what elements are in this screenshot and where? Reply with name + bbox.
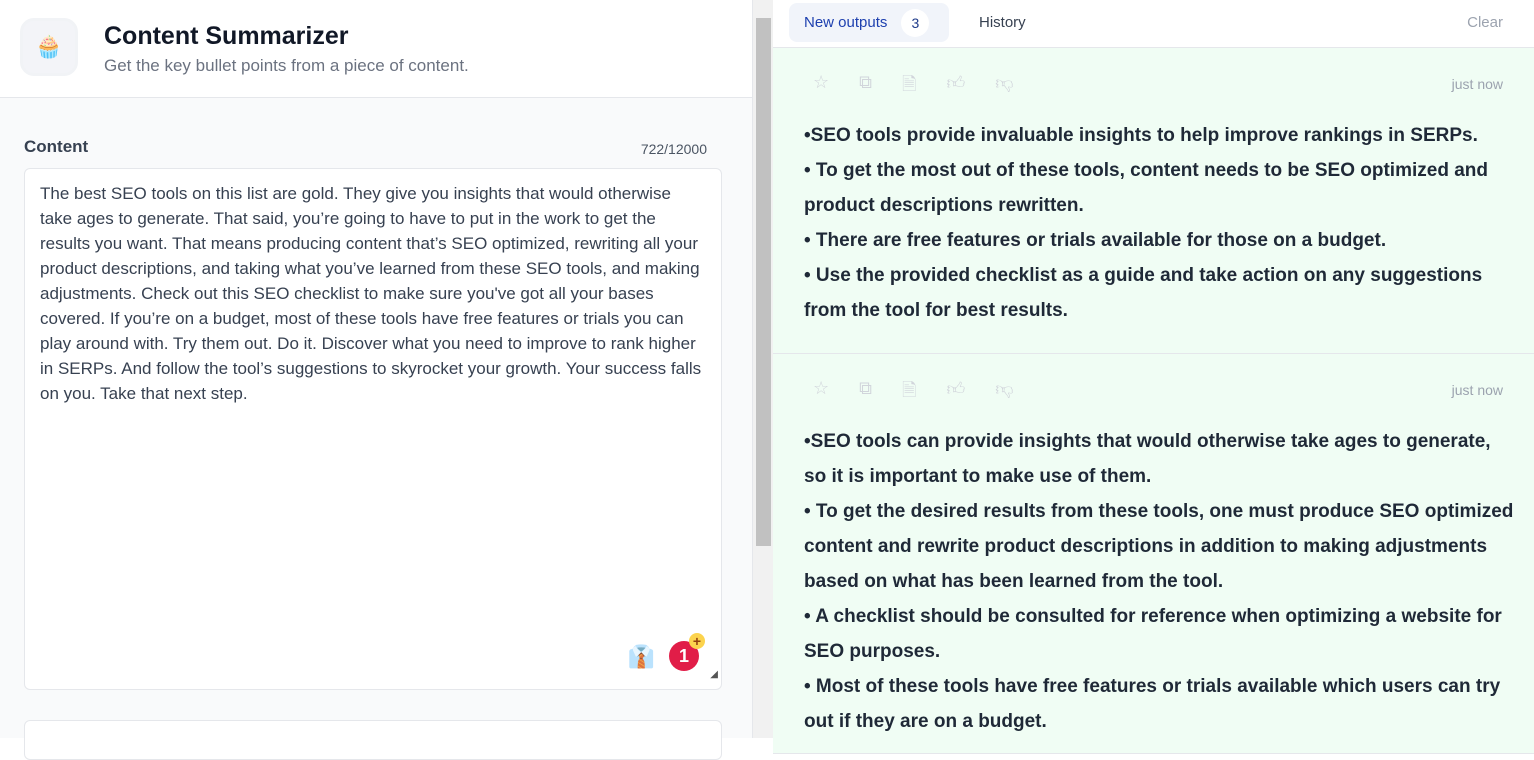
thumbs-down-icon[interactable]: 👎︎ <box>995 378 1013 408</box>
output-text: •SEO tools provide invaluable insights t… <box>804 118 1514 328</box>
thumbs-up-icon[interactable]: 👍︎ <box>946 378 965 408</box>
content-text: The best SEO tools on this list are gold… <box>40 184 702 403</box>
resize-handle-icon[interactable]: ◢ <box>710 662 718 687</box>
timestamp: just now <box>1451 76 1503 92</box>
thumbs-up-icon[interactable]: 👍︎ <box>946 72 965 102</box>
bullet: • Use the provided checklist as a guide … <box>804 265 1483 321</box>
output-card: ☆ ⧉ 🗎 👍︎ 👎︎ just now •SEO tools can provide … <box>773 354 1534 754</box>
count-badge: 3 <box>901 8 930 37</box>
output-card: ☆ ⧉ 🗎 👍︎ 👎︎ just now •SEO tools provide inva… <box>773 48 1534 354</box>
tab-bar: New outputs 3 History Clear <box>773 0 1534 48</box>
thumbs-down-icon[interactable]: 👎︎ <box>995 72 1013 102</box>
tab-label: New outputs <box>804 14 888 31</box>
page-subtitle: Get the key bullet points from a piece o… <box>104 56 469 75</box>
input-panel: 🧁 Content Summarizer Get the key bullet … <box>0 0 752 760</box>
badge-count: 1 <box>678 645 689 666</box>
output-text: •SEO tools can provide insights that wou… <box>804 424 1514 739</box>
header: 🧁 Content Summarizer Get the key bullet … <box>0 0 752 98</box>
grammar-badge[interactable]: 1 + <box>669 633 705 671</box>
output-panel: New outputs 3 History Clear ☆ ⧉ 🗎 👍︎ 👎︎ just … <box>773 0 1534 754</box>
content-textarea[interactable]: The best SEO tools on this list are gold… <box>24 168 722 690</box>
tab-new-outputs[interactable]: New outputs 3 <box>789 3 949 42</box>
bullet: •SEO tools can provide insights that wou… <box>804 431 1491 487</box>
copy-icon[interactable]: ⧉ <box>859 378 872 408</box>
document-icon[interactable]: 🗎 <box>902 72 916 102</box>
clear-button[interactable]: Clear <box>1467 14 1503 31</box>
cupcake-icon: 🧁 <box>20 18 78 76</box>
bullet: • A checklist should be consulted for re… <box>804 606 1502 662</box>
star-icon[interactable]: ☆ <box>813 378 829 408</box>
bullet: • There are free features or trials avai… <box>804 230 1387 251</box>
scrollbar[interactable] <box>752 0 773 738</box>
bullet: • To get the desired results from these … <box>804 501 1514 592</box>
bullet: •SEO tools provide invaluable insights t… <box>804 125 1478 146</box>
bullet: • Most of these tools have free features… <box>804 676 1501 732</box>
bullet: • To get the most out of these tools, co… <box>804 160 1488 216</box>
document-icon[interactable]: 🗎 <box>902 378 916 408</box>
star-icon[interactable]: ☆ <box>813 72 829 102</box>
timestamp: just now <box>1451 382 1503 398</box>
scrollbar-thumb[interactable] <box>756 18 771 546</box>
content-label: Content <box>24 137 89 156</box>
plus-icon: + <box>689 633 705 649</box>
next-field[interactable] <box>24 720 722 760</box>
page-title: Content Summarizer <box>104 22 349 50</box>
extension-icon[interactable]: 👔 <box>628 644 655 669</box>
character-count: 722/12000 <box>640 141 707 157</box>
copy-icon[interactable]: ⧉ <box>859 72 872 102</box>
tab-history[interactable]: History <box>979 14 1026 31</box>
